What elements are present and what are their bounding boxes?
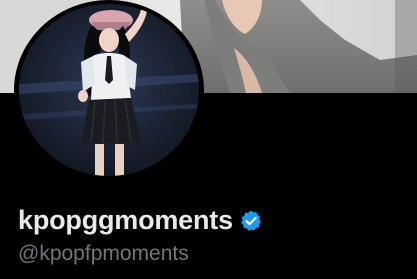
display-name: kpopggmoments bbox=[18, 205, 233, 235]
user-handle: @kpopfpmoments bbox=[18, 242, 189, 265]
profile-header: kpopggmoments @kpopfpmoments bbox=[0, 0, 417, 279]
display-name-row: kpopggmoments bbox=[18, 203, 263, 237]
avatar[interactable] bbox=[19, 4, 199, 176]
avatar-image bbox=[19, 4, 199, 176]
verified-badge-icon[interactable] bbox=[239, 209, 263, 233]
